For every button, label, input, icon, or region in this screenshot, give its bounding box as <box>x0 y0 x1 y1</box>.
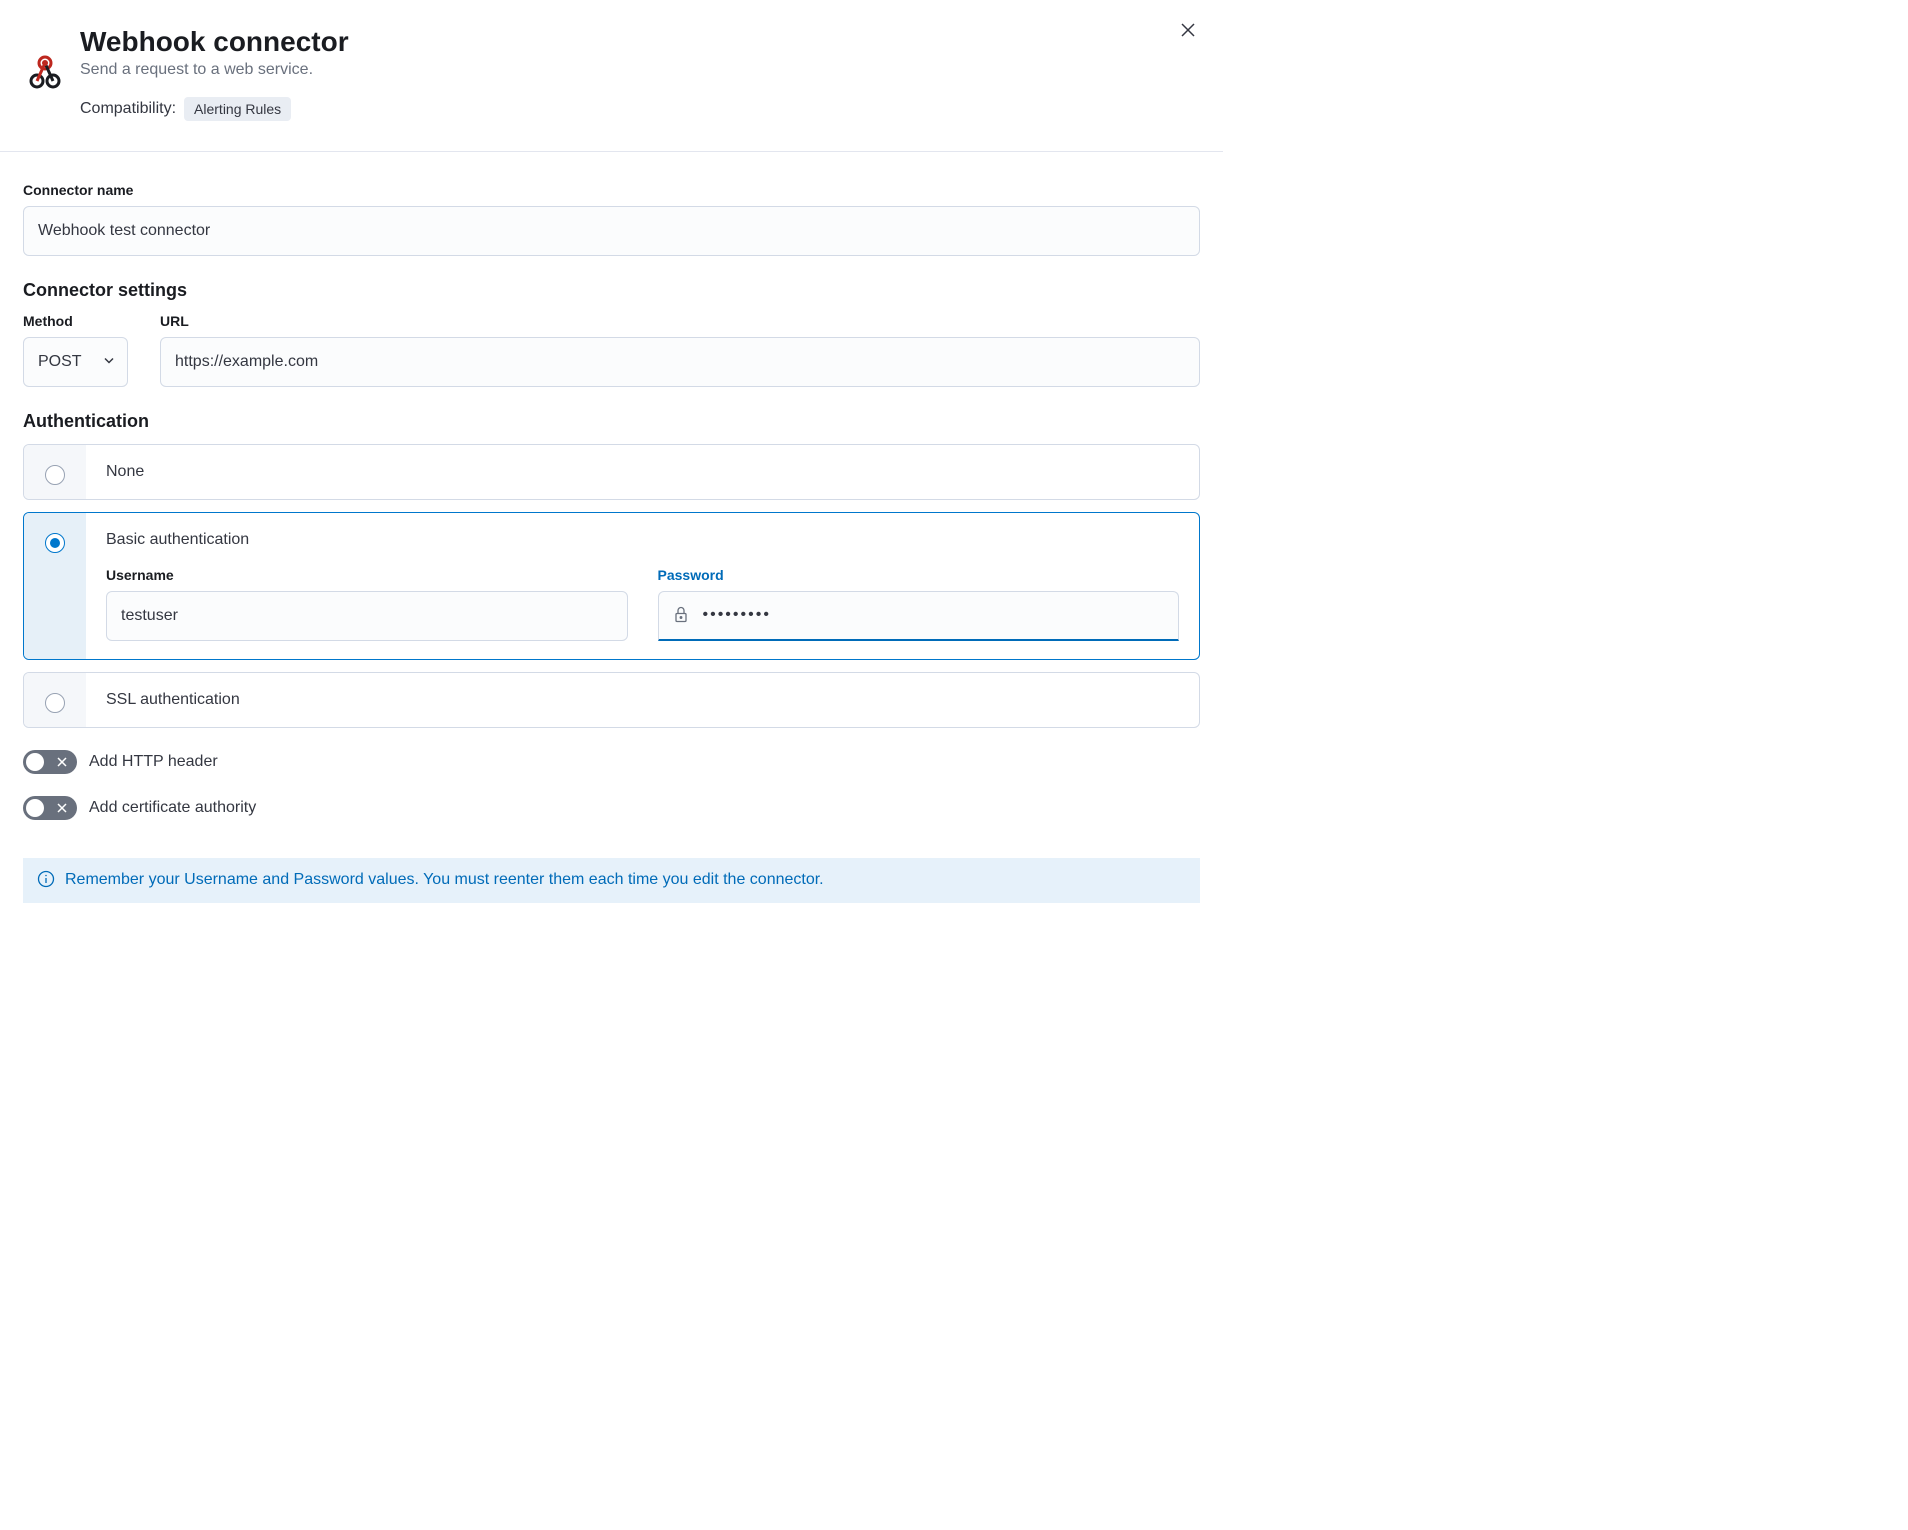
close-icon <box>1180 22 1196 38</box>
compatibility-badge: Alerting Rules <box>184 97 291 121</box>
auth-basic-label: Basic authentication <box>106 531 1179 549</box>
connector-name-input[interactable] <box>23 206 1200 256</box>
password-input[interactable] <box>658 591 1180 641</box>
connector-settings-heading: Connector settings <box>23 280 1200 301</box>
auth-none-label: None <box>106 463 1179 481</box>
auth-ssl-label: SSL authentication <box>106 691 1179 709</box>
url-input[interactable] <box>160 337 1200 387</box>
info-icon <box>37 870 55 891</box>
toggle-http-header[interactable] <box>23 750 77 774</box>
authentication-heading: Authentication <box>23 411 1200 432</box>
auth-option-none[interactable]: None <box>23 444 1200 500</box>
toggle-cert-authority-label: Add certificate authority <box>89 799 256 817</box>
info-callout: Remember your Username and Password valu… <box>23 858 1200 903</box>
username-input[interactable] <box>106 591 628 641</box>
flyout-header: Webhook connector Send a request to a we… <box>0 0 1223 152</box>
radio-basic[interactable] <box>45 533 65 553</box>
connector-name-label: Connector name <box>23 182 1200 198</box>
url-label: URL <box>160 313 1200 329</box>
radio-ssl[interactable] <box>45 693 65 713</box>
close-button[interactable] <box>1178 20 1198 40</box>
method-label: Method <box>23 313 128 329</box>
callout-text: Remember your Username and Password valu… <box>65 871 824 889</box>
username-label: Username <box>106 567 628 583</box>
password-label: Password <box>658 567 1180 583</box>
x-icon <box>57 803 67 813</box>
toggle-cert-authority[interactable] <box>23 796 77 820</box>
page-title: Webhook connector <box>80 25 349 59</box>
auth-option-ssl[interactable]: SSL authentication <box>23 672 1200 728</box>
auth-option-basic[interactable]: Basic authentication Username Password <box>23 512 1200 660</box>
method-select[interactable]: POST <box>23 337 128 387</box>
x-icon <box>57 757 67 767</box>
page-subtitle: Send a request to a web service. <box>80 61 349 79</box>
compatibility-label: Compatibility: <box>80 100 176 118</box>
radio-none[interactable] <box>45 465 65 485</box>
webhook-icon <box>25 53 65 93</box>
toggle-http-header-label: Add HTTP header <box>89 753 218 771</box>
